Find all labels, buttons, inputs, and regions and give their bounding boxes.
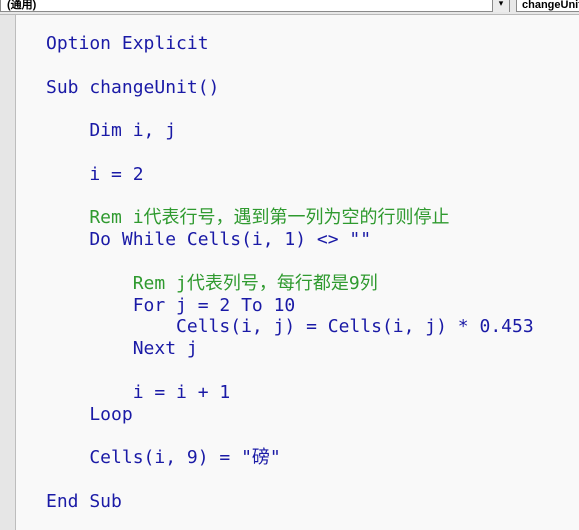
code-comment-line: Rem i代表行号，遇到第一列为空的行则停止 [46,207,450,229]
code-line: Cells(i, 9) = "磅" [46,447,281,469]
object-combo[interactable]: (通用) [0,0,510,12]
code-editor[interactable]: Option Explicit Sub changeUnit() Dim i, … [16,15,579,530]
code-text[interactable]: Option Explicit Sub changeUnit() Dim i, … [46,33,534,513]
editor-margin[interactable] [0,15,16,530]
code-line: Cells(i, j) = Cells(i, j) * 0.453 [46,316,534,338]
code-line: Sub changeUnit() [46,76,220,98]
code-line: Dim i, j [46,120,177,142]
code-line: i = i + 1 [46,381,231,403]
code-comment-line: Rem j代表列号，每行都是9列 [46,272,378,294]
code-line: Loop [46,403,133,425]
code-line: Option Explicit [46,33,209,54]
code-line: Next j [46,338,198,360]
code-line: End Sub [46,490,122,512]
code-line: Do While Cells(i, 1) <> "" [46,229,372,251]
editor-toolbar: (通用) ▾ changeUnit [0,0,579,15]
code-line: For j = 2 To 10 [46,294,296,316]
code-line: i = 2 [46,163,144,185]
procedure-combo[interactable]: changeUnit [516,0,579,12]
chevron-down-icon[interactable]: ▾ [492,0,509,12]
